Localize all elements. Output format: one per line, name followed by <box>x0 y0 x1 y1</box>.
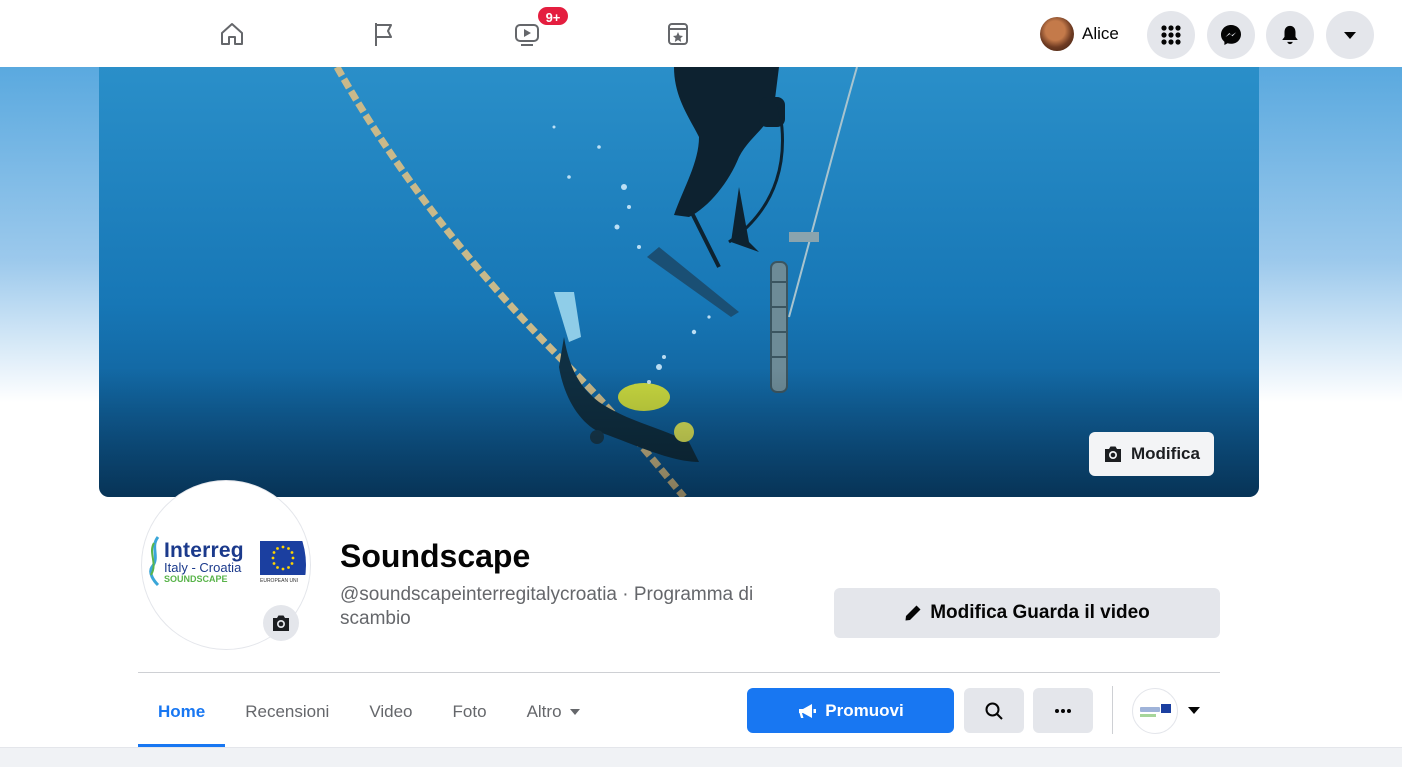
camera-icon <box>1105 446 1121 462</box>
more-dots-icon <box>1055 708 1071 713</box>
profile-chip[interactable]: Alice <box>1036 12 1129 56</box>
chevron-down-icon <box>569 709 580 715</box>
wave-logo-icon <box>149 536 160 587</box>
profile-name: Alice <box>1082 24 1119 43</box>
tab-home[interactable]: Home <box>138 688 226 747</box>
tab-label: Foto <box>452 702 487 721</box>
page-title: Soundscape <box>340 538 531 574</box>
page-subtitle: @soundscapeinterregitalycroatia · Progra… <box>340 584 754 629</box>
edit-watch-video-button[interactable]: Modifica Guarda il video <box>834 588 1220 638</box>
menu-grid-button[interactable] <box>1147 11 1195 59</box>
tab-label: Video <box>369 702 413 721</box>
edit-cover-label: Modifica <box>1131 444 1200 463</box>
marketplace-icon[interactable] <box>658 14 698 54</box>
logo-line2: Italy - Croatia <box>164 560 242 575</box>
more-options-button[interactable] <box>1033 688 1093 733</box>
feed-background <box>0 747 1402 767</box>
edit-watch-video-label: Modifica Guarda il video <box>930 602 1150 623</box>
search-icon <box>985 702 1003 720</box>
tab-recensioni[interactable]: Recensioni <box>225 688 349 736</box>
tab-video[interactable]: Video <box>349 688 432 736</box>
home-icon[interactable] <box>212 14 252 54</box>
tab-label: Home <box>158 702 206 721</box>
divider <box>138 672 1220 673</box>
account-caret-icon <box>1344 31 1356 39</box>
tab-label: Altro <box>526 702 562 721</box>
search-button[interactable] <box>964 688 1024 733</box>
pencil-icon <box>905 605 921 621</box>
switch-profile-button[interactable] <box>1132 687 1200 734</box>
megaphone-icon <box>799 703 817 718</box>
camera-icon <box>273 615 289 631</box>
top-navigation-bar: 9+ Alice <box>0 0 1402 67</box>
notifications-bell-icon <box>1282 25 1298 45</box>
vertical-divider <box>1112 686 1113 734</box>
cover-photo[interactable] <box>99 67 1259 497</box>
edit-cover-button[interactable]: Modifica <box>1089 432 1214 476</box>
logo-eu-text: EUROPEAN UNI <box>260 578 299 584</box>
edit-profile-picture-button[interactable] <box>263 605 299 641</box>
interreg-logo: Interreg Italy - Croatia SOUNDSCAPE EURO… <box>146 533 306 587</box>
logo-line3: SOUNDSCAPE <box>164 574 228 584</box>
page-tabs: Home Recensioni Video Foto Altro <box>138 688 600 747</box>
promote-button[interactable]: Promuovi <box>747 688 954 733</box>
watch-badge: 9+ <box>536 5 570 27</box>
notifications-button[interactable] <box>1266 11 1314 59</box>
page-mini-logo <box>1132 687 1178 734</box>
avatar <box>1040 17 1074 51</box>
tab-foto[interactable]: Foto <box>433 688 507 736</box>
messenger-button[interactable] <box>1207 11 1255 59</box>
eu-flag-icon <box>260 541 306 575</box>
messenger-icon <box>1221 25 1241 45</box>
account-menu-button[interactable] <box>1326 11 1374 59</box>
flag-icon[interactable] <box>362 14 402 54</box>
menu-grid-icon <box>1161 25 1181 45</box>
tab-altro[interactable]: Altro <box>507 688 600 736</box>
chevron-down-icon <box>1188 707 1200 714</box>
tab-label: Recensioni <box>245 702 330 721</box>
promote-label: Promuovi <box>825 700 904 720</box>
